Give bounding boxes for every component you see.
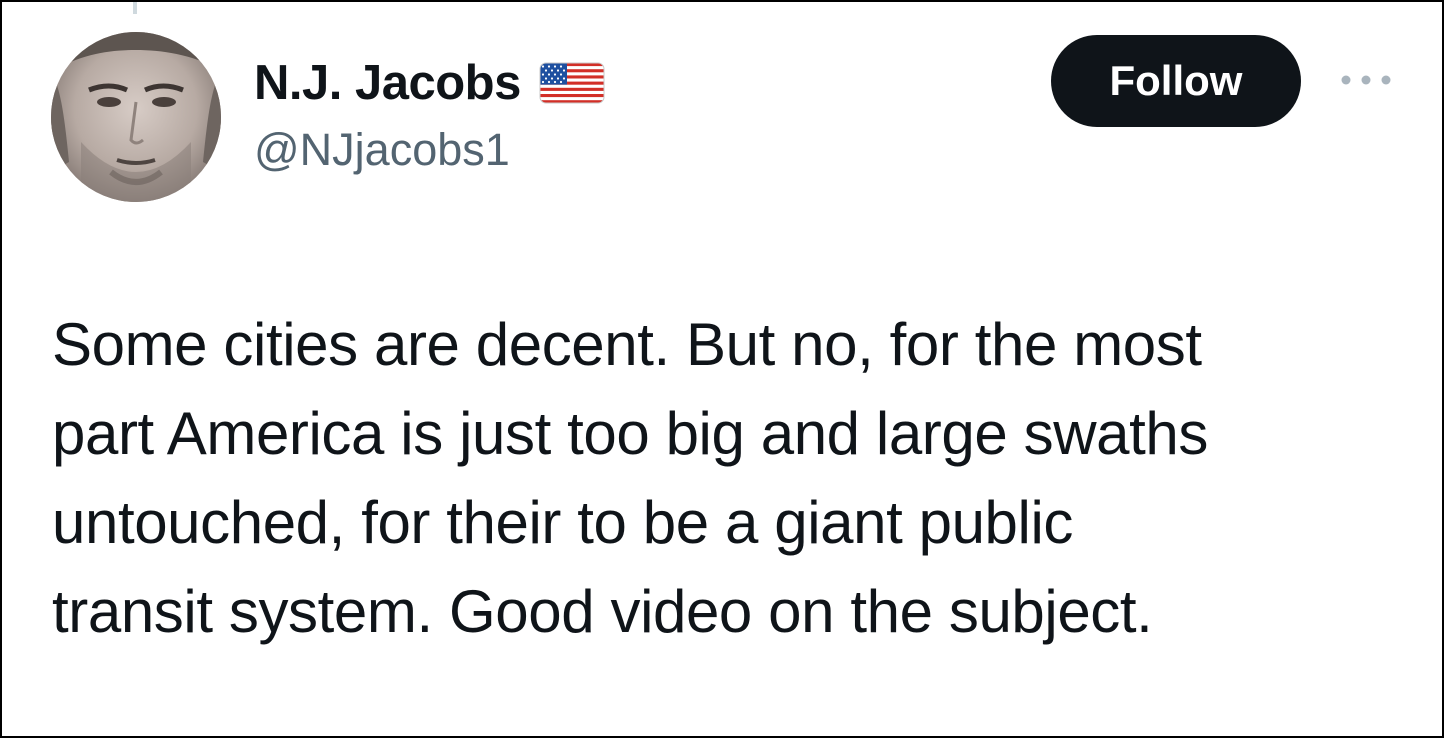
author-handle[interactable]: @NJjacobs1 [254, 124, 510, 176]
more-options-button[interactable] [1335, 64, 1397, 96]
tweet-text-line: untouched, for their to be a giant publi… [52, 489, 1073, 556]
avatar-photo-icon [51, 32, 221, 202]
tweet-text: Some cities are decent. But no, for the … [52, 300, 1392, 656]
avatar[interactable] [51, 32, 221, 202]
author-display-name[interactable]: N.J. Jacobs [254, 55, 521, 111]
tweet-card: N.J. Jacobs @NJjacobs1 Follow Some citie… [0, 0, 1444, 738]
follow-button[interactable]: Follow [1051, 35, 1301, 127]
tweet-text-line: part America is just too big and large s… [52, 400, 1208, 467]
more-options-icon [1341, 75, 1391, 85]
author-name-row: N.J. Jacobs [254, 52, 605, 114]
us-flag-icon [539, 62, 605, 104]
tweet-text-line: Some cities are decent. But no, for the … [52, 311, 1202, 378]
thread-line [133, 2, 137, 14]
tweet-text-line: transit system. Good video on the subjec… [52, 578, 1153, 645]
